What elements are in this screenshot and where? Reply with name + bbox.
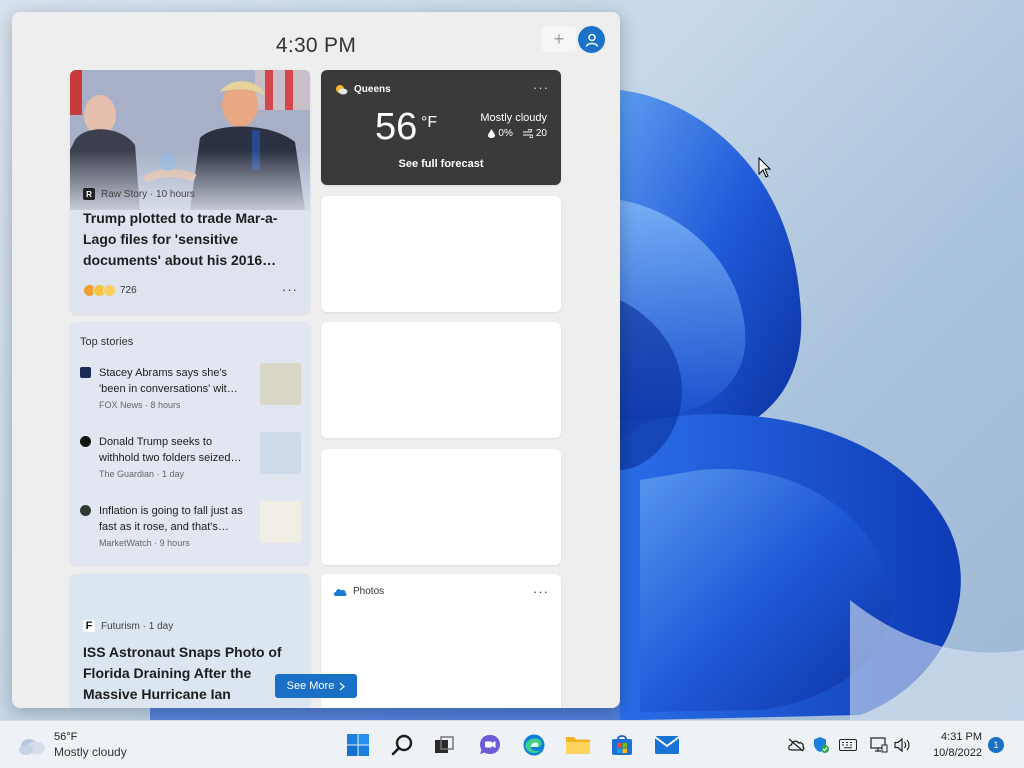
weather-stats: 0% 20: [488, 128, 547, 139]
photos-widget-card[interactable]: Photos ···: [321, 574, 561, 708]
empty-widget-card-1: [321, 196, 561, 312]
store-icon: [612, 735, 632, 755]
futurism-headline[interactable]: ISS Astronaut Snaps Photo of Florida Dra…: [83, 642, 303, 705]
mail-button[interactable]: [653, 731, 681, 759]
see-full-forecast-link[interactable]: See full forecast: [321, 158, 561, 170]
shield-icon: [814, 737, 829, 753]
photos-more-button[interactable]: ···: [533, 584, 549, 599]
reactions[interactable]: 726: [83, 284, 137, 297]
futurism-news-card[interactable]: F Futurism · 1 day ISS Astronaut Snaps P…: [70, 574, 310, 708]
widgets-panel: 4:30 PM + R Raw Story · 10 hours Trump p…: [12, 12, 620, 708]
story-title: Donald Trump seeks to withhold two folde…: [99, 436, 242, 464]
teams-chat-button[interactable]: [476, 731, 504, 759]
weather-card[interactable]: Queens ··· 56 °F Mostly cloudy 0% 20 See…: [321, 70, 561, 185]
taskbar-weather-button[interactable]: 56°F Mostly cloudy: [18, 730, 127, 760]
network-monitor-icon: [870, 737, 888, 753]
weather-unit: °F: [421, 114, 438, 131]
edge-browser-button[interactable]: [520, 731, 548, 759]
taskbar-clock[interactable]: 4:31 PM 10/8/2022: [920, 729, 982, 761]
precipitation: 0%: [498, 128, 513, 139]
keyboard-icon: [839, 739, 857, 751]
mouse-cursor-icon: [758, 157, 772, 178]
notification-badge[interactable]: 1: [988, 737, 1004, 753]
hero-more-button[interactable]: ···: [282, 282, 298, 297]
story-thumbnail: [260, 432, 301, 474]
empty-widget-card-3: [321, 449, 561, 565]
weather-location: Queens: [335, 84, 391, 95]
taskbar-weather-condition: Mostly cloudy: [54, 745, 127, 759]
story-item[interactable]: Donald Trump seeks to withhold two folde…: [80, 432, 302, 494]
profile-avatar[interactable]: [578, 26, 605, 53]
story-title: Inflation is going to fall just as fast …: [99, 505, 243, 533]
search-icon: [391, 734, 413, 756]
chat-icon: [480, 735, 500, 754]
microsoft-store-button[interactable]: [608, 731, 636, 759]
person-icon: [585, 33, 598, 47]
mail-icon: [654, 736, 680, 754]
keyboard-input-button[interactable]: [839, 736, 857, 754]
clock-time: 4:31 PM: [941, 731, 982, 743]
story-meta: The Guardian · 1 day: [99, 469, 185, 479]
weather-condition: Mostly cloudy: [480, 112, 547, 124]
network-button[interactable]: [870, 736, 888, 754]
task-view-button[interactable]: [430, 731, 458, 759]
see-more-button[interactable]: See More: [275, 674, 357, 698]
story-item[interactable]: Inflation is going to fall just as fast …: [80, 501, 302, 563]
volume-button[interactable]: [894, 736, 912, 754]
windows-security-button[interactable]: [812, 736, 830, 754]
edge-icon: [523, 734, 545, 756]
clock-date: 10/8/2022: [933, 747, 982, 759]
folder-icon: [566, 737, 590, 754]
futurism-logo-icon: F: [83, 620, 95, 632]
weather-temperature: 56: [375, 106, 418, 148]
marketwatch-logo-icon: [80, 505, 91, 516]
raindrop-icon: [488, 129, 496, 138]
windows-logo-icon: [347, 734, 369, 756]
taskbar-weather-temp: 56°F: [54, 731, 78, 743]
speaker-icon: [894, 737, 910, 753]
story-title: Stacey Abrams says she's 'been in conver…: [99, 367, 238, 395]
hero-headline[interactable]: Trump plotted to trade Mar-a-Lago files …: [83, 208, 301, 271]
laugh-emoji-icon: [103, 284, 116, 297]
hero-source: R Raw Story · 10 hours: [83, 188, 195, 200]
story-thumbnail: [260, 363, 301, 405]
cloudy-icon: [19, 739, 45, 755]
partly-cloudy-icon: [336, 85, 348, 95]
task-view-icon: [435, 736, 454, 753]
cloud-offline-icon: [788, 738, 805, 752]
story-meta: FOX News · 8 hours: [99, 400, 181, 410]
add-widget-button[interactable]: +: [542, 26, 576, 52]
chevron-right-icon: [339, 682, 346, 690]
weather-more-button[interactable]: ···: [533, 80, 549, 95]
onedrive-cloud-icon: [333, 589, 347, 596]
taskbar: 56°F Mostly cloudy 4:31 PM 10/8/2022 1: [0, 720, 1024, 768]
reaction-count: 726: [120, 285, 137, 296]
story-item[interactable]: Stacey Abrams says she's 'been in conver…: [80, 363, 302, 425]
story-meta: MarketWatch · 9 hours: [99, 538, 190, 548]
search-button[interactable]: [389, 731, 417, 759]
onedrive-status-button[interactable]: [787, 736, 805, 754]
hero-news-card[interactable]: R Raw Story · 10 hours Trump plotted to …: [70, 70, 310, 314]
empty-widget-card-2: [321, 322, 561, 438]
futurism-source: F Futurism · 1 day: [83, 620, 173, 632]
start-button[interactable]: [344, 731, 372, 759]
top-stories-card: Top stories Stacey Abrams says she's 'be…: [70, 322, 310, 565]
fox-news-logo-icon: [80, 367, 91, 378]
photos-header: Photos: [333, 586, 384, 597]
file-explorer-button[interactable]: [564, 731, 592, 759]
wind-icon: [522, 129, 533, 138]
raw-story-logo-icon: R: [83, 188, 95, 200]
top-stories-heading: Top stories: [80, 336, 134, 348]
guardian-logo-icon: [80, 436, 91, 447]
story-thumbnail: [260, 501, 301, 543]
panel-time: 4:30 PM: [275, 34, 357, 57]
wind-speed: 20: [535, 128, 547, 139]
